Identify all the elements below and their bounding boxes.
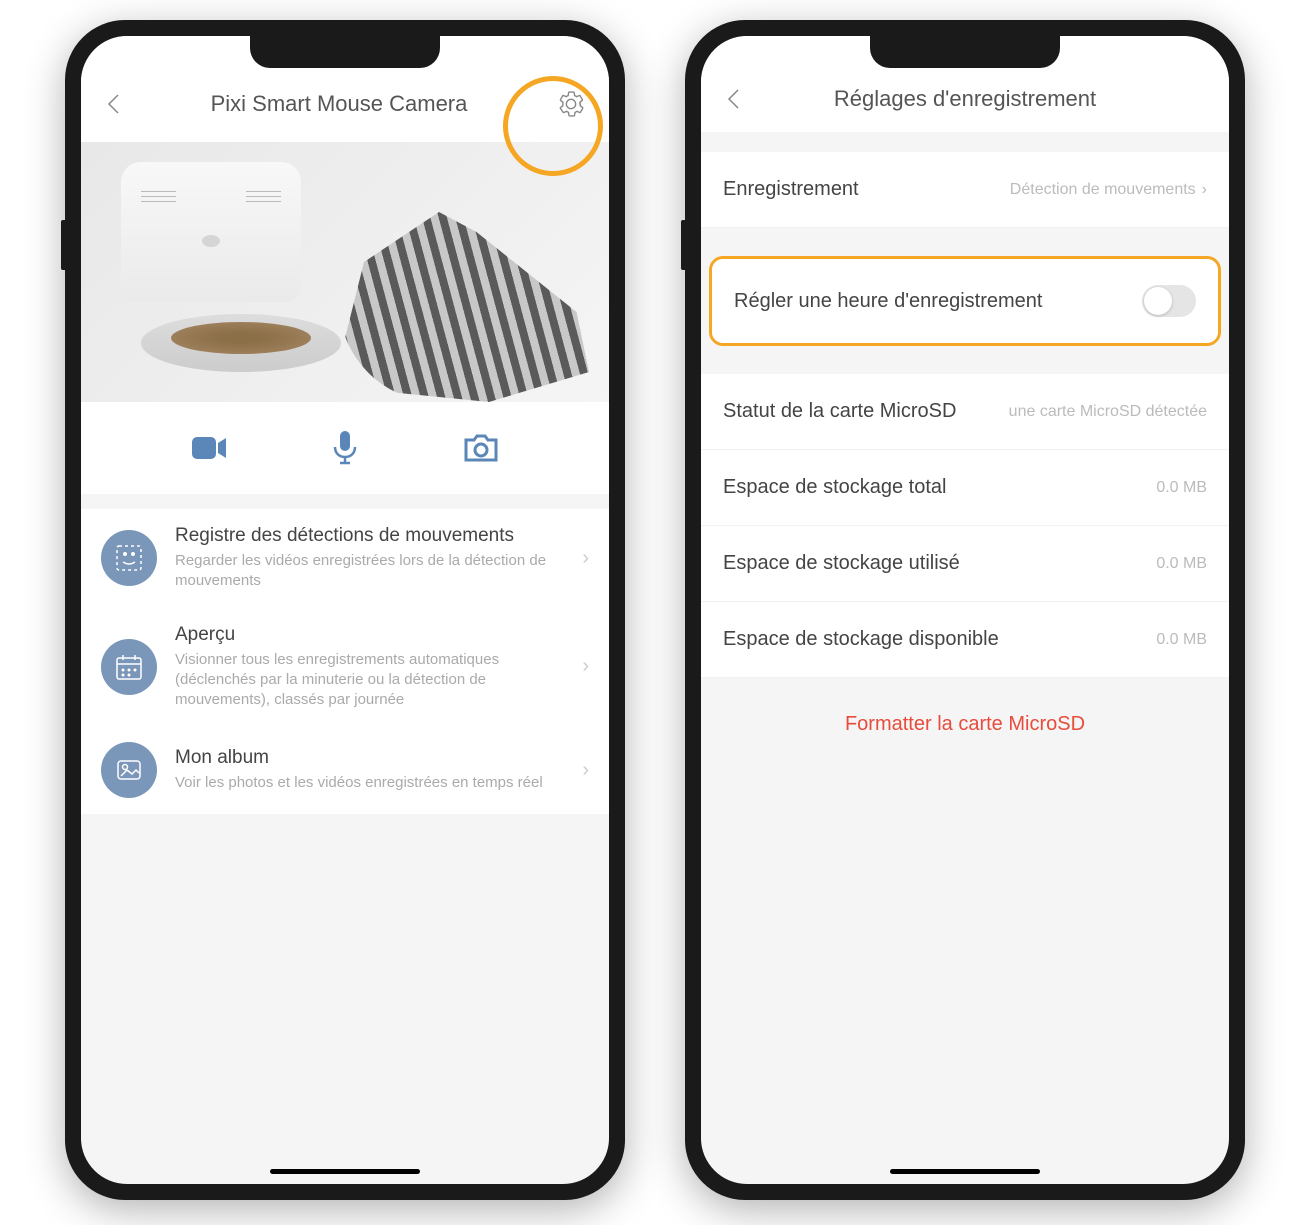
list-item-overview[interactable]: Aperçu Visionner tous les enregistrement…	[81, 608, 609, 727]
setting-label: Espace de stockage total	[723, 476, 1156, 499]
highlight-box: Régler une heure d'enregistrement	[709, 256, 1221, 346]
setting-value: Détection de mouvements ›	[1010, 181, 1207, 199]
list-item-title: Registre des détections de mouvements	[175, 525, 564, 547]
list-item-desc: Voir les photos et les vidéos enregistré…	[175, 773, 564, 793]
setting-row-storage-total: Espace de stockage total 0.0 MB	[701, 450, 1229, 526]
setting-label: Espace de stockage utilisé	[723, 552, 1156, 575]
record-button[interactable]	[188, 427, 230, 469]
chevron-left-icon	[106, 93, 120, 115]
setting-label: Espace de stockage disponible	[723, 628, 1156, 651]
mic-icon	[331, 429, 359, 467]
video-icon	[190, 433, 228, 463]
home-indicator[interactable]	[270, 1169, 420, 1174]
back-button[interactable]	[721, 87, 745, 111]
calendar-icon	[101, 639, 157, 695]
back-button[interactable]	[101, 92, 125, 116]
setting-value: 0.0 MB	[1156, 555, 1207, 573]
feeder-illustration	[121, 162, 321, 382]
photo-button[interactable]	[460, 427, 502, 469]
settings-button[interactable]	[553, 86, 589, 122]
setting-row-recording[interactable]: Enregistrement Détection de mouvements ›	[701, 152, 1229, 228]
setting-row-sd-status[interactable]: Statut de la carte MicroSD une carte Mic…	[701, 374, 1229, 450]
camera-controls	[81, 402, 609, 494]
setting-label: Statut de la carte MicroSD	[723, 400, 1009, 423]
chevron-right-icon: ›	[582, 547, 589, 570]
list-item-title: Aperçu	[175, 624, 564, 646]
setting-value: une carte MicroSD détectée	[1009, 403, 1207, 421]
page-title: Réglages d'enregistrement	[745, 86, 1185, 112]
list-item-desc: Regarder les vidéos enregistrées lors de…	[175, 551, 564, 592]
format-sd-button[interactable]: Formatter la carte MicroSD	[701, 678, 1229, 771]
home-indicator[interactable]	[890, 1169, 1040, 1174]
camera-icon	[462, 432, 500, 464]
mic-button[interactable]	[324, 427, 366, 469]
setting-label: Régler une heure d'enregistrement	[734, 290, 1142, 313]
list-item-album[interactable]: Mon album Voir les photos et les vidéos …	[81, 726, 609, 814]
cat-illustration	[339, 202, 589, 402]
setting-label: Enregistrement	[723, 178, 1010, 201]
notch	[250, 36, 440, 68]
setting-value: 0.0 MB	[1156, 479, 1207, 497]
screen-left: Pixi Smart Mouse Camera	[81, 36, 609, 1184]
chevron-left-icon	[726, 88, 740, 110]
notch	[870, 36, 1060, 68]
gear-icon	[557, 90, 585, 118]
screen-right: Réglages d'enregistrement Enregistrement…	[701, 36, 1229, 1184]
page-title: Pixi Smart Mouse Camera	[125, 91, 553, 117]
list-item-title: Mon album	[175, 747, 564, 769]
setting-row-storage-used: Espace de stockage utilisé 0.0 MB	[701, 526, 1229, 602]
schedule-toggle[interactable]	[1142, 285, 1196, 317]
chevron-right-icon: ›	[582, 655, 589, 678]
list-item-desc: Visionner tous les enregistrements autom…	[175, 650, 564, 711]
album-icon	[101, 742, 157, 798]
camera-preview[interactable]	[81, 142, 609, 402]
feature-list: Registre des détections de mouvements Re…	[81, 509, 609, 814]
setting-row-schedule[interactable]: Régler une heure d'enregistrement	[712, 259, 1218, 343]
phone-left: Pixi Smart Mouse Camera	[65, 20, 625, 1200]
setting-row-storage-available: Espace de stockage disponible 0.0 MB	[701, 602, 1229, 678]
phone-right: Réglages d'enregistrement Enregistrement…	[685, 20, 1245, 1200]
chevron-right-icon: ›	[1202, 181, 1207, 199]
chevron-right-icon: ›	[582, 759, 589, 782]
list-item-motion-detection[interactable]: Registre des détections de mouvements Re…	[81, 509, 609, 608]
setting-value: 0.0 MB	[1156, 631, 1207, 649]
motion-detection-icon	[101, 530, 157, 586]
